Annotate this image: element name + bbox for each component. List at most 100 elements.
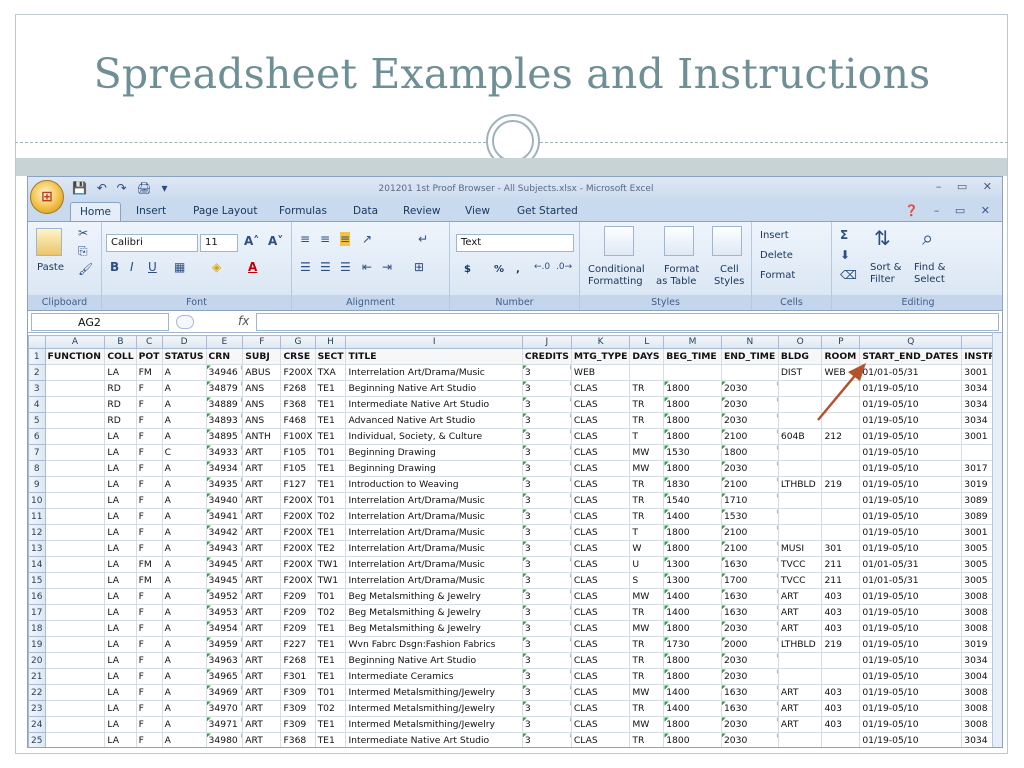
- cell[interactable]: 403: [821, 620, 861, 637]
- cell[interactable]: [44, 684, 106, 701]
- cell[interactable]: 212: [821, 428, 861, 445]
- row-header[interactable]: 9: [28, 476, 46, 493]
- cell[interactable]: MW: [629, 716, 665, 733]
- font-name-select[interactable]: Calibri: [106, 234, 198, 252]
- cell[interactable]: 2000: [720, 636, 779, 653]
- cell[interactable]: 01/19-05/10: [859, 652, 963, 669]
- cell[interactable]: 1700: [720, 572, 779, 589]
- cell[interactable]: TE1: [314, 524, 347, 541]
- cell[interactable]: T: [629, 428, 665, 445]
- header-cell[interactable]: COLL: [104, 348, 137, 365]
- cell[interactable]: CLAS: [570, 716, 631, 733]
- cell[interactable]: TVCC: [777, 556, 823, 573]
- cell[interactable]: CLAS: [570, 636, 631, 653]
- cell[interactable]: 211: [821, 572, 861, 589]
- cell[interactable]: A: [161, 620, 207, 637]
- cell[interactable]: ART: [242, 732, 282, 747]
- column-header[interactable]: H: [314, 335, 347, 349]
- cell[interactable]: 34952: [205, 588, 244, 605]
- number-format-select[interactable]: Text: [456, 234, 574, 252]
- header-cell[interactable]: SECT: [314, 348, 347, 365]
- worksheet-grid[interactable]: A B C D E F G H I J K L M N O P Q 1 FUNCTION COLL POT STATUS C…: [28, 335, 1002, 747]
- cell[interactable]: 01/19-05/10: [859, 716, 963, 733]
- cell[interactable]: 34971: [205, 716, 244, 733]
- tab-formulas[interactable]: Formulas: [279, 205, 327, 217]
- column-header[interactable]: P: [821, 335, 861, 349]
- row-header[interactable]: 18: [28, 620, 46, 637]
- underline-icon[interactable]: U: [148, 260, 157, 274]
- cell[interactable]: F: [135, 700, 163, 717]
- header-cell[interactable]: CRSE: [280, 348, 316, 365]
- cell[interactable]: [821, 444, 861, 461]
- cell[interactable]: [821, 380, 861, 397]
- cell[interactable]: TR: [629, 476, 665, 493]
- cell[interactable]: 34965: [205, 668, 244, 685]
- cell[interactable]: 3: [521, 668, 572, 685]
- cell[interactable]: 1800: [663, 716, 722, 733]
- cell[interactable]: F209: [280, 620, 316, 637]
- cell[interactable]: U: [629, 556, 665, 573]
- cell[interactable]: ART: [242, 540, 282, 557]
- cell[interactable]: MW: [629, 460, 665, 477]
- cell[interactable]: ART: [242, 668, 282, 685]
- cell[interactable]: CLAS: [570, 380, 631, 397]
- cell[interactable]: RD: [104, 396, 137, 413]
- italic-icon[interactable]: I: [130, 260, 134, 274]
- cell[interactable]: 3: [521, 556, 572, 573]
- cell[interactable]: 3: [521, 444, 572, 461]
- cell[interactable]: 01/19-05/10: [859, 460, 963, 477]
- cell[interactable]: TR: [629, 668, 665, 685]
- tab-data[interactable]: Data: [353, 205, 378, 217]
- cell[interactable]: Beginning Native Art Studio: [345, 380, 523, 397]
- cell[interactable]: [44, 620, 106, 637]
- cell[interactable]: CLAS: [570, 668, 631, 685]
- cell[interactable]: CLAS: [570, 492, 631, 509]
- cell[interactable]: MW: [629, 444, 665, 461]
- cell[interactable]: F127: [280, 476, 316, 493]
- cell[interactable]: F368: [280, 732, 316, 747]
- cell[interactable]: F: [135, 652, 163, 669]
- cell[interactable]: 34980: [205, 732, 244, 747]
- row-header[interactable]: 3: [28, 380, 46, 397]
- column-header[interactable]: D: [161, 335, 207, 349]
- cell[interactable]: 34959: [205, 636, 244, 653]
- cell[interactable]: A: [161, 652, 207, 669]
- cell[interactable]: 34963: [205, 652, 244, 669]
- column-header[interactable]: A: [44, 335, 106, 349]
- cell[interactable]: [821, 524, 861, 541]
- cell[interactable]: [777, 524, 823, 541]
- cell[interactable]: F: [135, 508, 163, 525]
- cell[interactable]: 3: [521, 460, 572, 477]
- vertical-scrollbar[interactable]: [992, 333, 1002, 747]
- column-header[interactable]: Q: [859, 335, 963, 349]
- cell[interactable]: [777, 460, 823, 477]
- align-top-icon[interactable]: ≡: [300, 232, 310, 246]
- cell[interactable]: A: [161, 412, 207, 429]
- cell[interactable]: 2030: [720, 716, 779, 733]
- cell[interactable]: [44, 652, 106, 669]
- cell[interactable]: [44, 364, 106, 381]
- cell[interactable]: LA: [104, 444, 137, 461]
- cell[interactable]: Introduction to Weaving: [345, 476, 523, 493]
- cell[interactable]: MW: [629, 684, 665, 701]
- cell[interactable]: 1630: [720, 684, 779, 701]
- cell[interactable]: A: [161, 460, 207, 477]
- cell[interactable]: 01/19-05/10: [859, 396, 963, 413]
- copy-icon[interactable]: ⎘: [78, 244, 88, 259]
- cell[interactable]: TVCC: [777, 572, 823, 589]
- cell[interactable]: 3: [521, 716, 572, 733]
- cell[interactable]: TE1: [314, 732, 347, 747]
- cell[interactable]: CLAS: [570, 620, 631, 637]
- cell[interactable]: 2030: [720, 412, 779, 429]
- row-header[interactable]: 13: [28, 540, 46, 557]
- help-icon[interactable]: ❓ – ▭ ✕: [905, 204, 996, 217]
- cell[interactable]: Beg Metalsmithing & Jewelry: [345, 604, 523, 621]
- header-cell[interactable]: MTG_TYPE: [570, 348, 631, 365]
- cell[interactable]: 01/01-05/31: [859, 556, 963, 573]
- row-header[interactable]: 5: [28, 412, 46, 429]
- cell[interactable]: CLAS: [570, 508, 631, 525]
- cell[interactable]: ART: [242, 716, 282, 733]
- cell[interactable]: 1530: [663, 444, 722, 461]
- sort-filter-icon[interactable]: ⇅: [874, 226, 891, 250]
- cell[interactable]: TR: [629, 492, 665, 509]
